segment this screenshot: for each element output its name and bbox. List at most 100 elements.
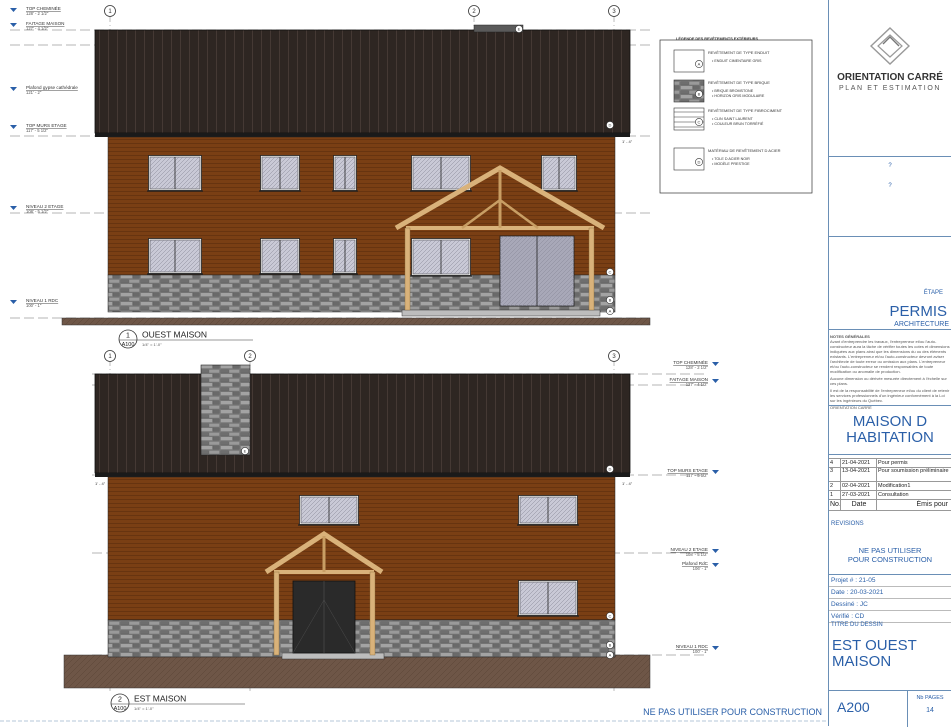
project-title-section: MAISON D HABITATION <box>829 405 951 455</box>
drawn-by: Dessiné : JC <box>829 599 951 611</box>
svg-text:1: 1 <box>126 333 130 340</box>
svg-text:B: B <box>609 298 612 303</box>
svg-text:MATÉRIAU DE REVÊTEMENT D ACIER: MATÉRIAU DE REVÊTEMENT D ACIER <box>708 148 781 153</box>
window <box>540 155 578 192</box>
svg-text:117' - 5 1/2": 117' - 5 1/2" <box>26 128 49 133</box>
window <box>298 495 360 526</box>
svg-text:1/4" = 1'-0": 1/4" = 1'-0" <box>134 706 154 711</box>
project-number: Projet # : 21-05 <box>829 575 951 587</box>
dimension-note: 1' - 4" <box>95 481 106 486</box>
svg-text:• TOLE D ACIER NOIR: • TOLE D ACIER NOIR <box>712 157 750 161</box>
svg-text:D: D <box>609 467 612 472</box>
revision-table: 4 21-04-2021 Pour permis 3 13-04-2021 Pour s… <box>829 458 951 511</box>
material-tag: B <box>606 296 614 304</box>
svg-text:OUEST MAISON: OUEST MAISON <box>142 330 207 340</box>
svg-text:A: A <box>698 62 701 67</box>
material-tag: D <box>695 158 703 166</box>
dimension-note: 1' - 4" <box>622 481 633 486</box>
revision-row: 2 02-04-2021 Modification1 <box>829 482 951 491</box>
svg-text:D: D <box>698 160 701 165</box>
svg-text:2: 2 <box>118 697 122 704</box>
stage-section: ÉTAPE PERMIS ARCHITECTURE <box>829 236 951 330</box>
material-tag: A <box>606 307 614 315</box>
svg-text:• CLIN SAINT LAURENT: • CLIN SAINT LAURENT <box>712 117 754 121</box>
material-tag: C <box>695 118 703 126</box>
svg-text:108' - 5 1/2": 108' - 5 1/2" <box>686 552 709 557</box>
svg-text:106' - 1": 106' - 1" <box>693 566 709 571</box>
client-line-2: ? <box>888 183 892 189</box>
sheet-section: A200 Nb PAGES 14 <box>829 690 951 727</box>
revision-row: 1 27-03-2021 Consultation <box>829 491 951 500</box>
project-title: MAISON D HABITATION <box>846 413 934 446</box>
window <box>259 238 301 275</box>
svg-text:D: D <box>609 123 612 128</box>
svg-text:100' - 1": 100' - 1" <box>26 303 42 308</box>
svg-text:REVÊTEMENT DE TYPE FIBROCIMENT: REVÊTEMENT DE TYPE FIBROCIMENT <box>708 108 783 113</box>
svg-text:121' - 2": 121' - 2" <box>26 90 42 95</box>
stage-value: PERMIS <box>889 303 947 320</box>
svg-text:REVÊTEMENT DE TYPE BRIQUE: REVÊTEMENT DE TYPE BRIQUE <box>708 80 770 85</box>
material-tag: A <box>606 651 614 659</box>
svg-text:• HORIZON GRIS MODULAIRE: • HORIZON GRIS MODULAIRE <box>712 94 765 98</box>
project-date: Date : 20-03-2021 <box>829 587 951 599</box>
svg-text:B: B <box>609 643 612 648</box>
material-tag: A <box>695 60 703 68</box>
revisions-label: REVISIONS <box>831 521 864 527</box>
window <box>410 238 472 277</box>
svg-text:108' - 5 1/2": 108' - 5 1/2" <box>26 209 49 214</box>
client-section: ? ? <box>829 156 951 236</box>
window <box>517 495 579 526</box>
window <box>147 155 203 192</box>
svg-text:128' - 2 1/2": 128' - 2 1/2" <box>26 11 49 16</box>
material-tag: B <box>695 90 703 98</box>
material-tag: D <box>606 465 614 473</box>
material-tag: E <box>515 25 523 33</box>
company-section: ORIENTATION CARRÉ PLAN ET ESTIMATION <box>829 0 951 156</box>
general-notes: NOTES GÉNÉRALES Avant d'entreprendre les… <box>830 334 950 410</box>
company-tagline: PLAN ET ESTIMATION <box>838 85 942 92</box>
svg-text:REVÊTEMENT DE TYPE ENDUIT: REVÊTEMENT DE TYPE ENDUIT <box>708 50 770 55</box>
svg-text:• MODÈLE PRESTIGE: • MODÈLE PRESTIGE <box>712 161 750 166</box>
entrance-door <box>292 580 356 654</box>
window <box>410 155 472 192</box>
svg-text:A100: A100 <box>122 342 135 348</box>
svg-text:EST MAISON: EST MAISON <box>134 694 186 704</box>
grid-marker: 1 <box>104 350 116 362</box>
grid-marker: 3 <box>608 5 620 17</box>
svg-text:A: A <box>609 653 612 658</box>
window <box>332 155 358 192</box>
title-block: ORIENTATION CARRÉ PLAN ET ESTIMATION ? ?… <box>828 0 951 727</box>
material-tag: C <box>606 612 614 620</box>
dimension-note: 1' - 4" <box>622 139 633 144</box>
elevations-canvas: 1 2 3TOP CHEMINÉE128' - 2 1/2"FAITAGE MAIS… <box>0 0 828 726</box>
page-count: 14 <box>926 707 934 714</box>
grid-marker: 1 <box>104 5 116 17</box>
construction-warning: NE PAS UTILISER POUR CONSTRUCTION <box>847 546 933 564</box>
svg-text:E: E <box>518 27 521 32</box>
svg-text:LÉGENDE DES REVÊTEMENTS EXTÉRI: LÉGENDE DES REVÊTEMENTS EXTÉRIEURS <box>676 36 759 41</box>
svg-text:C: C <box>609 270 612 275</box>
svg-text:• BRIQUE BROMSTONE: • BRIQUE BROMSTONE <box>712 89 754 93</box>
window <box>517 580 579 617</box>
svg-text:E: E <box>244 449 247 454</box>
stage-sub: ARCHITECTURE <box>894 321 949 328</box>
grid-marker: 3 <box>608 350 620 362</box>
window <box>259 155 301 192</box>
svg-text:127' - 4 1/2": 127' - 4 1/2" <box>26 26 49 31</box>
material-tag: C <box>606 268 614 276</box>
drawing-title: EST OUEST MAISON <box>832 637 917 670</box>
grid-marker: 2 <box>244 350 256 362</box>
client-line-1: ? <box>888 163 892 169</box>
footer-warning: NE PAS UTILISER POUR CONSTRUCTION <box>643 707 822 717</box>
svg-text:• ENDUIT CIMENTAIRE GRIS: • ENDUIT CIMENTAIRE GRIS <box>712 59 762 63</box>
stage-label: ÉTAPE <box>923 290 943 296</box>
svg-text:A100: A100 <box>114 706 127 712</box>
svg-text:C: C <box>698 120 701 125</box>
material-tag: D <box>606 121 614 129</box>
svg-text:A: A <box>609 309 612 314</box>
svg-text:• COULEUR BRUN TORRÉFIÉ: • COULEUR BRUN TORRÉFIÉ <box>712 121 764 126</box>
revision-row: 4 21-04-2021 Pour permis <box>829 459 951 468</box>
svg-text:C: C <box>609 614 612 619</box>
revision-row: 3 13-04-2021 Pour soumission préliminaire <box>829 468 951 482</box>
grid-marker: 2 <box>468 5 480 17</box>
